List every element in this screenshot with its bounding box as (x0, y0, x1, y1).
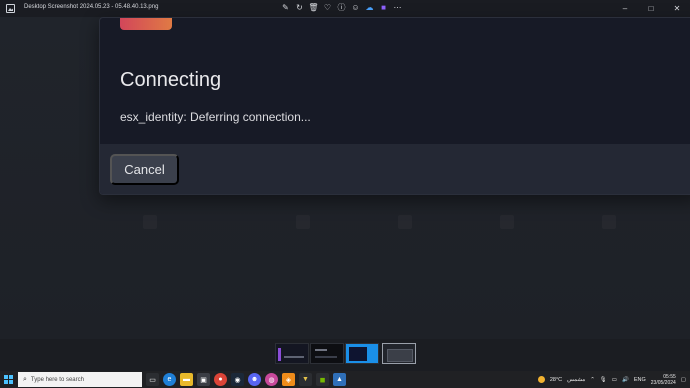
steam-icon[interactable]: ◉ (231, 373, 244, 386)
info-icon[interactable]: ⓘ (337, 2, 346, 14)
thumbnail-4[interactable] (382, 343, 416, 364)
taskbar-search[interactable]: ⌕ Type here to search (18, 372, 142, 387)
rotate-icon[interactable]: ↻ (295, 2, 304, 14)
clock-date: 23/05/2024 (650, 379, 676, 386)
volume-icon[interactable]: 🔊 (622, 377, 629, 383)
store-icon[interactable]: ▣ (197, 373, 210, 386)
photos-icon[interactable]: ▲ (333, 373, 346, 386)
thumbnail-1[interactable] (275, 343, 309, 364)
chrome-icon[interactable]: ● (214, 373, 227, 386)
game-icon[interactable]: ▼ (299, 373, 312, 386)
background-shape (296, 215, 310, 229)
maximize-button[interactable]: □ (638, 0, 664, 17)
search-icon: ⌕ (23, 375, 27, 383)
microphone-icon[interactable]: 🎙 (600, 377, 607, 383)
dialog-footer: Cancel (100, 144, 690, 194)
file-explorer-icon[interactable]: ▬ (180, 373, 193, 386)
background-shape (398, 215, 412, 229)
pinned-apps: ▭ e ▬ ▣ ● ◉ ☻ ◍ ◈ ▼ ◼ ▲ (146, 373, 346, 386)
viewer-toolbar: ✎ ↻ 🗑 ♡ ⓘ ☺ ☁ ■ ⋯ (281, 2, 402, 14)
clipchamp-icon[interactable]: ■ (379, 2, 388, 14)
thumbnail-3[interactable] (345, 343, 379, 364)
dialog-accent-bar (120, 18, 172, 30)
background-shape (500, 215, 514, 229)
weather-icon[interactable] (537, 376, 545, 383)
window-controls: – □ ✕ (612, 0, 690, 17)
notifications-icon[interactable]: ▢ (681, 377, 686, 383)
favorite-icon[interactable]: ♡ (323, 2, 332, 14)
close-button[interactable]: ✕ (664, 0, 690, 17)
chevron-up-icon[interactable]: ⌃ (590, 377, 595, 383)
edge-icon[interactable]: e (163, 373, 176, 386)
dialog-message: esx_identity: Deferring connection... (120, 110, 311, 124)
delete-icon[interactable]: 🗑 (308, 2, 318, 14)
nvidia-icon[interactable]: ◼ (316, 373, 329, 386)
weather-text[interactable]: مشمس (567, 377, 585, 383)
file-name: Desktop Screenshot 2024.05.23 - 05.48.40… (24, 4, 159, 10)
edit-icon[interactable]: ✎ (281, 2, 290, 14)
thumbnail-2[interactable] (310, 343, 344, 364)
task-view-icon[interactable]: ▭ (146, 373, 159, 386)
connecting-dialog: Connecting esx_identity: Deferring conne… (99, 17, 690, 195)
more-icon[interactable]: ⋯ (393, 2, 402, 14)
start-button[interactable] (4, 375, 13, 384)
viewer-title-bar: Desktop Screenshot 2024.05.23 - 05.48.40… (0, 0, 690, 17)
cancel-button[interactable]: Cancel (110, 154, 179, 185)
vpn-icon[interactable]: ◈ (282, 373, 295, 386)
background-shape (143, 215, 157, 229)
system-tray: 28°C مشمس ⌃ 🎙 ▭ 🔊 ENG 05:55 23/05/2024 ▢ (537, 371, 686, 388)
search-placeholder: Type here to search (30, 376, 84, 383)
weather-temp[interactable]: 28°C (550, 377, 562, 383)
windows-taskbar: ⌕ Type here to search ▭ e ▬ ▣ ● ◉ ☻ ◍ ◈ … (0, 371, 690, 388)
background-shape (602, 215, 616, 229)
discord-icon[interactable]: ☻ (248, 373, 261, 386)
clock[interactable]: 05:55 23/05/2024 (651, 374, 676, 386)
language-indicator[interactable]: ENG (634, 377, 646, 383)
network-icon[interactable]: ▭ (612, 377, 617, 383)
photos-app-icon (6, 4, 15, 13)
dialog-title: Connecting (120, 69, 222, 91)
onedrive-icon[interactable]: ☁ (365, 2, 374, 14)
filmstrip (0, 339, 690, 371)
paint-icon[interactable]: ◍ (265, 373, 278, 386)
minimize-button[interactable]: – (612, 0, 638, 17)
share-icon[interactable]: ☺ (351, 2, 360, 14)
